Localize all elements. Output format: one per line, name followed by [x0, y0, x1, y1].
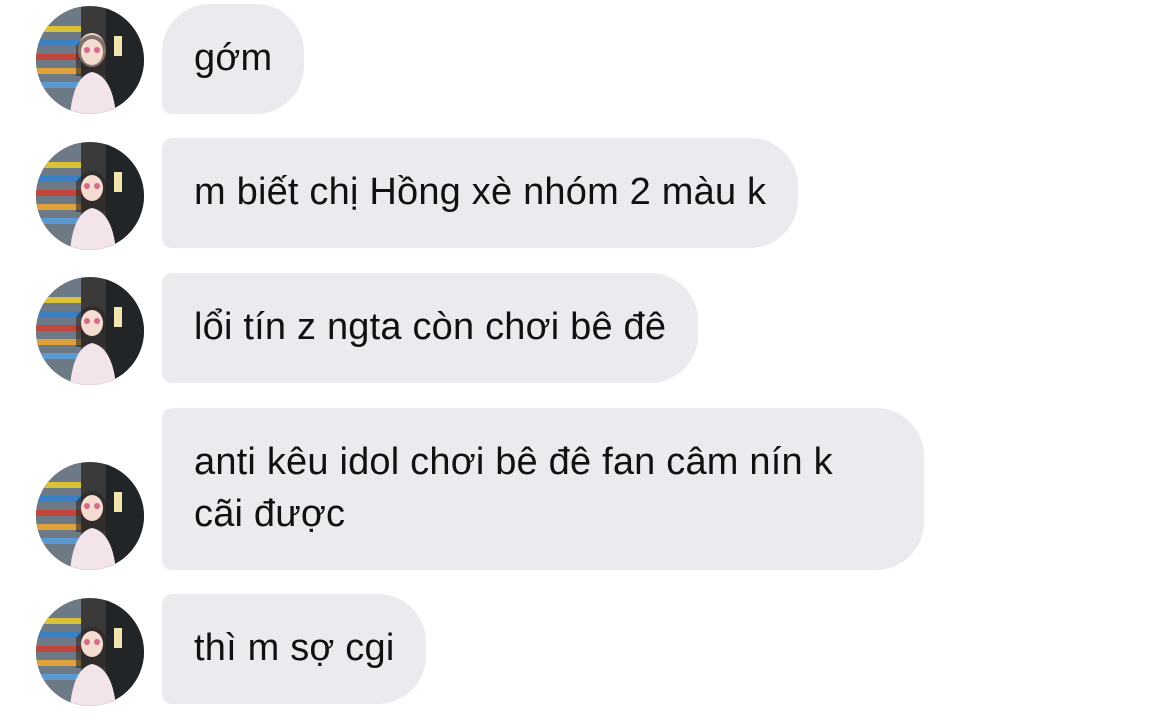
avatar-photo-icon: [36, 277, 144, 385]
message-row: anti kêu idol chơi bê đê fan câm nín k c…: [0, 406, 1170, 576]
sender-avatar[interactable]: [36, 6, 144, 114]
sender-avatar[interactable]: [36, 462, 144, 570]
message-row: m biết chị Hồng xè nhóm 2 màu k: [0, 136, 1170, 256]
message-thread: gớm m biết chị Hồng xè nhóm 2 màu k lổi …: [0, 0, 1170, 727]
avatar-photo-icon: [36, 462, 144, 570]
avatar-photo-icon: [36, 6, 144, 114]
avatar-photo-icon: [36, 142, 144, 250]
message-bubble[interactable]: gớm: [162, 4, 305, 114]
message-bubble[interactable]: thì m sợ cgi: [162, 594, 427, 704]
sender-avatar[interactable]: [36, 142, 144, 250]
message-row: gớm: [0, 0, 1170, 120]
message-text: gớm: [194, 37, 273, 79]
message-bubble[interactable]: m biết chị Hồng xè nhóm 2 màu k: [162, 138, 799, 248]
message-text: thì m sợ cgi: [194, 627, 395, 669]
sender-avatar[interactable]: [36, 277, 144, 385]
message-bubble[interactable]: anti kêu idol chơi bê đê fan câm nín k c…: [162, 408, 924, 570]
sender-avatar[interactable]: [36, 598, 144, 706]
message-bubble[interactable]: lổi tín z ngta còn chơi bê đê: [162, 273, 699, 383]
message-row: lổi tín z ngta còn chơi bê đê: [0, 271, 1170, 391]
avatar-photo-icon: [36, 598, 144, 706]
message-text: m biết chị Hồng xè nhóm 2 màu k: [194, 171, 767, 213]
message-text: anti kêu idol chơi bê đê fan câm nín k c…: [194, 441, 833, 535]
message-row: thì m sợ cgi: [0, 592, 1170, 712]
message-text: lổi tín z ngta còn chơi bê đê: [194, 306, 667, 348]
